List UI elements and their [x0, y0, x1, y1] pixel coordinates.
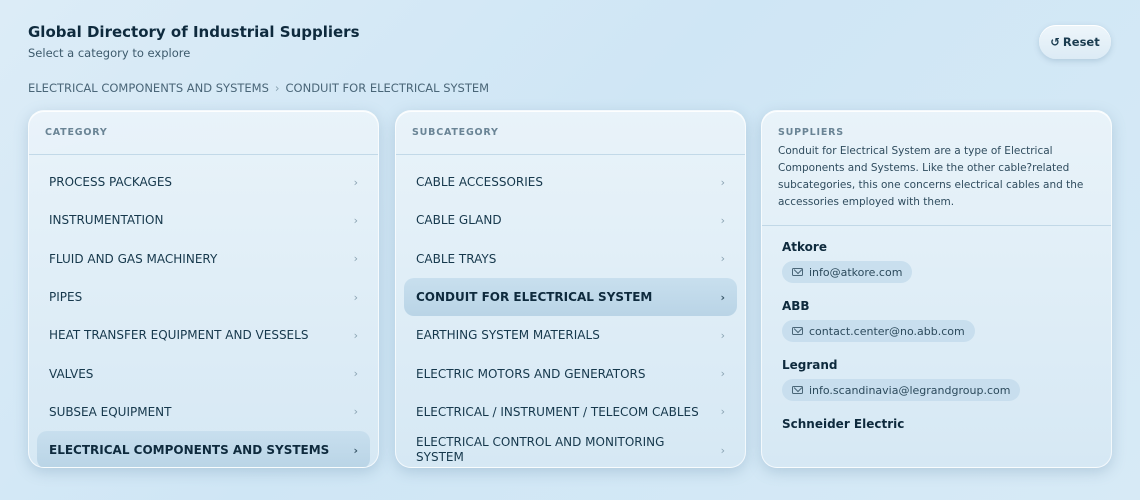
supplier-card: Legrand info.scandinavia@legrandgroup.co…	[782, 358, 1091, 401]
subcategory-item-label: ELECTRIC MOTORS AND GENERATORS	[416, 366, 646, 381]
category-item-selected[interactable]: ELECTRICAL COMPONENTS AND SYSTEMS ›	[37, 431, 370, 467]
subcategory-item-label: CABLE TRAYS	[416, 251, 497, 266]
chevron-right-icon: ›	[720, 328, 725, 342]
chevron-right-icon: ›	[353, 213, 358, 227]
chevron-right-icon: ›	[720, 290, 725, 304]
category-item-label: HEAT TRANSFER EQUIPMENT AND VESSELS	[49, 328, 309, 343]
suppliers-header: SUPPLIERS Conduit for Electrical System …	[762, 111, 1111, 226]
supplier-email-link[interactable]: info@atkore.com	[782, 261, 913, 283]
subcategory-panel: SUBCATEGORY CABLE ACCESSORIES › CABLE GLA…	[395, 110, 746, 468]
supplier-name: Legrand	[782, 358, 838, 372]
supplier-email: contact.center@no.abb.com	[809, 324, 965, 338]
category-item[interactable]: PIPES ›	[37, 278, 370, 316]
subcategory-item[interactable]: EARTHING SYSTEM MATERIALS ›	[404, 316, 737, 354]
supplier-list: Atkore info@atkore.com ABB contact.cente…	[762, 226, 1111, 431]
subcategory-item[interactable]: CABLE ACCESSORIES ›	[404, 163, 737, 201]
subcategory-heading: SUBCATEGORY	[396, 111, 745, 155]
subcategory-item[interactable]: CABLE GLAND ›	[404, 201, 737, 239]
suppliers-panel: SUPPLIERS Conduit for Electrical System …	[761, 110, 1112, 468]
category-item-label: PIPES	[49, 290, 83, 305]
category-panel: CATEGORY PROCESS PACKAGES › INSTRUMENTATI…	[28, 110, 379, 468]
subcategory-item-selected[interactable]: CONDUIT FOR ELECTRICAL SYSTEM ›	[404, 277, 737, 317]
breadcrumb-separator-icon: ›	[274, 81, 280, 95]
mail-icon	[792, 268, 803, 276]
category-heading: CATEGORY	[29, 111, 378, 155]
page-title: Global Directory of Industrial Suppliers	[28, 23, 360, 41]
reset-icon: ↺	[1050, 35, 1060, 49]
supplier-card: Schneider Electric	[782, 417, 1091, 431]
chevron-right-icon: ›	[720, 252, 725, 266]
subcategory-item-label: CABLE ACCESSORIES	[416, 175, 543, 190]
supplier-card: Atkore info@atkore.com	[782, 240, 1091, 283]
category-list: PROCESS PACKAGES › INSTRUMENTATION › FLUID…	[29, 155, 378, 467]
subcategory-item[interactable]: ELECTRICAL CONTROL AND MONITORING SYSTEM…	[404, 431, 737, 467]
category-item[interactable]: INSTRUMENTATION ›	[37, 201, 370, 239]
suppliers-heading: SUPPLIERS	[778, 127, 844, 138]
category-item[interactable]: FLUID AND GAS MACHINERY ›	[37, 240, 370, 278]
supplier-email-link[interactable]: info.scandinavia@legrandgroup.com	[782, 379, 1021, 401]
category-item[interactable]: SUBSEA EQUIPMENT ›	[37, 393, 370, 431]
supplier-email: info@atkore.com	[809, 265, 903, 279]
category-item-label: VALVES	[49, 366, 94, 381]
category-item-label: INSTRUMENTATION	[49, 213, 164, 228]
chevron-right-icon: ›	[720, 175, 725, 189]
chevron-right-icon: ›	[720, 405, 725, 419]
category-item-label: FLUID AND GAS MACHINERY	[49, 251, 218, 266]
breadcrumb: ELECTRICAL COMPONENTS AND SYSTEMS › COND…	[28, 81, 489, 95]
subcategory-item-label: EARTHING SYSTEM MATERIALS	[416, 328, 600, 343]
mail-icon	[792, 386, 803, 394]
page-subtitle: Select a category to explore	[28, 46, 191, 60]
chevron-right-icon: ›	[720, 443, 725, 457]
breadcrumb-item-subcategory[interactable]: CONDUIT FOR ELECTRICAL SYSTEM	[286, 81, 490, 95]
chevron-right-icon: ›	[353, 328, 358, 342]
chevron-right-icon: ›	[353, 175, 358, 189]
breadcrumb-item-category[interactable]: ELECTRICAL COMPONENTS AND SYSTEMS	[28, 81, 269, 95]
supplier-card: ABB contact.center@no.abb.com	[782, 299, 1091, 342]
subcategory-item[interactable]: ELECTRIC MOTORS AND GENERATORS ›	[404, 354, 737, 392]
chevron-right-icon: ›	[353, 405, 358, 419]
subcategory-description: Conduit for Electrical System are a type…	[778, 145, 1084, 208]
supplier-name: Schneider Electric	[782, 417, 905, 431]
reset-button[interactable]: ↺ Reset	[1039, 25, 1111, 59]
category-item[interactable]: VALVES ›	[37, 354, 370, 392]
subcategory-item[interactable]: CABLE TRAYS ›	[404, 240, 737, 278]
mail-icon	[792, 327, 803, 335]
category-item-label: PROCESS PACKAGES	[49, 175, 173, 190]
subcategory-item-label: ELECTRICAL / INSTRUMENT / TELECOM CABLES	[416, 404, 699, 419]
chevron-right-icon: ›	[353, 290, 358, 304]
subcategory-item[interactable]: ELECTRICAL / INSTRUMENT / TELECOM CABLES…	[404, 393, 737, 431]
category-item-label: ELECTRICAL COMPONENTS AND SYSTEMS	[49, 443, 330, 458]
subcategory-item-label: ELECTRICAL CONTROL AND MONITORING SYSTEM	[416, 435, 665, 465]
reset-label: Reset	[1062, 35, 1100, 49]
category-item[interactable]: PROCESS PACKAGES ›	[37, 163, 370, 201]
supplier-email-link[interactable]: contact.center@no.abb.com	[782, 320, 975, 342]
subcategory-item-label: CONDUIT FOR ELECTRICAL SYSTEM	[416, 290, 653, 305]
subcategory-list: CABLE ACCESSORIES › CABLE GLAND › CABLE TR…	[396, 155, 745, 467]
chevron-right-icon: ›	[720, 213, 725, 227]
supplier-email: info.scandinavia@legrandgroup.com	[809, 383, 1011, 397]
subcategory-item-label: CABLE GLAND	[416, 213, 502, 228]
category-item[interactable]: HEAT TRANSFER EQUIPMENT AND VESSELS ›	[37, 316, 370, 354]
category-item-label: SUBSEA EQUIPMENT	[49, 404, 172, 419]
chevron-right-icon: ›	[353, 252, 358, 266]
supplier-name: ABB	[782, 299, 810, 313]
chevron-right-icon: ›	[720, 367, 725, 381]
supplier-name: Atkore	[782, 240, 827, 254]
chevron-right-icon: ›	[353, 367, 358, 381]
chevron-right-icon: ›	[353, 443, 358, 457]
